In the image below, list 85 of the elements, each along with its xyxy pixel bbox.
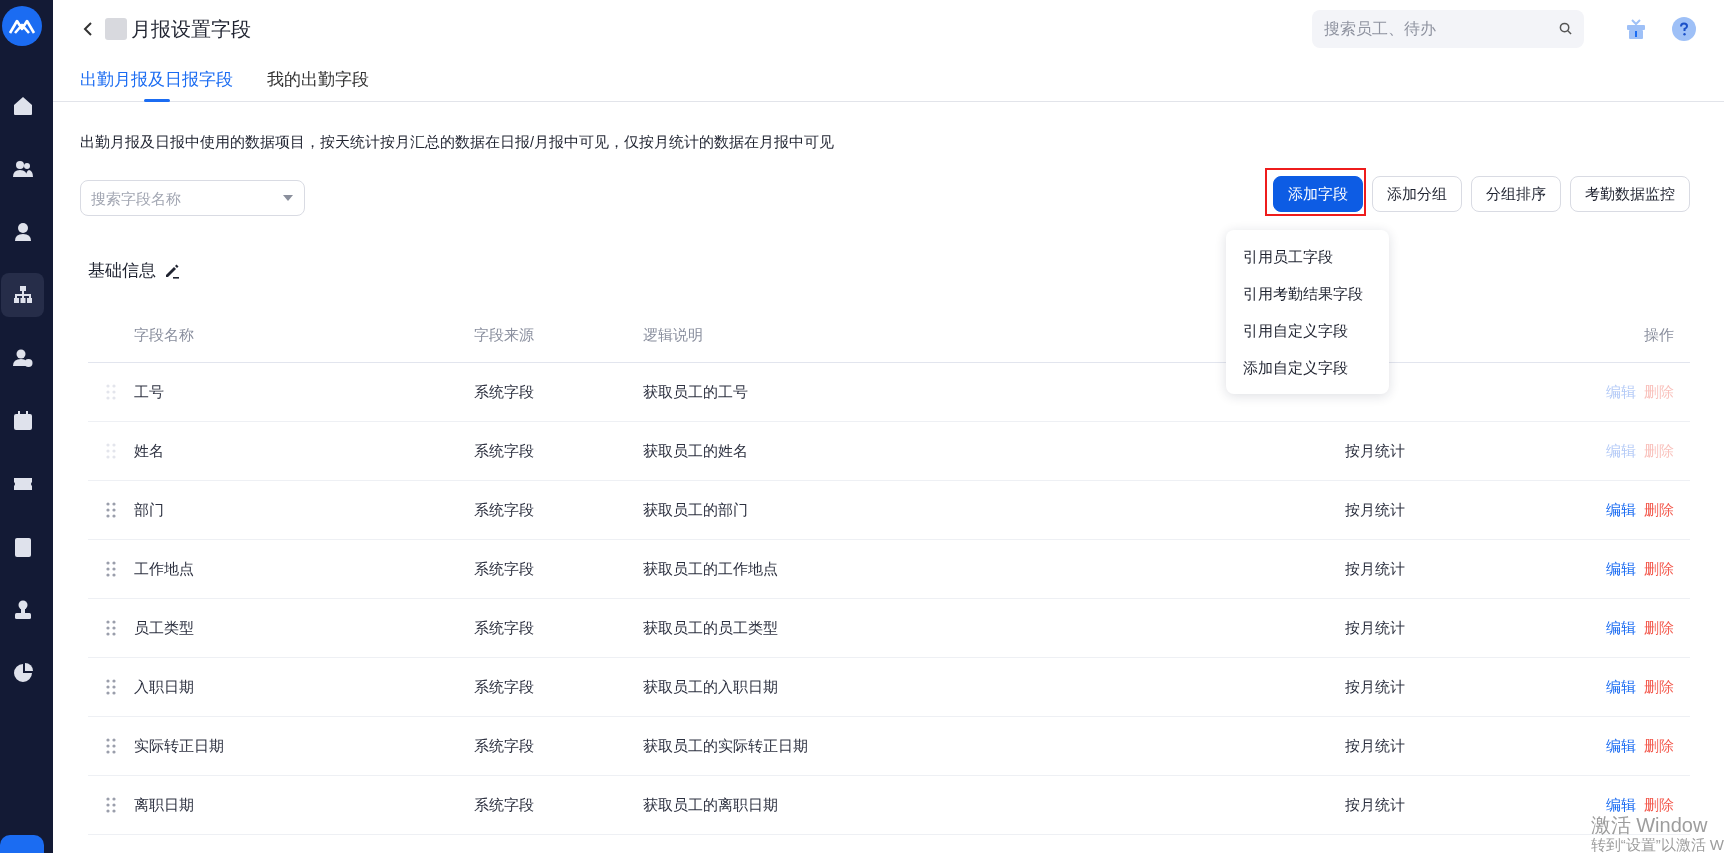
toolbar-button[interactable]: 分组排序 — [1471, 176, 1561, 212]
field-search-dropdown[interactable]: 搜索字段名称 — [80, 180, 305, 216]
table-cell: 入职日期 — [134, 677, 194, 695]
edit-link[interactable]: 编辑 — [1606, 618, 1636, 638]
help-icon[interactable] — [1672, 17, 1696, 41]
tab[interactable]: 我的出勤字段 — [267, 62, 369, 101]
delete-link[interactable]: 删除 — [1644, 559, 1674, 579]
table-cell: 系统字段 — [474, 382, 534, 400]
table-cell: 获取员工的离职日期 — [643, 795, 778, 813]
table-cell: 系统字段 — [474, 795, 534, 813]
menu-item[interactable]: 引用自定义字段 — [1226, 312, 1389, 349]
table-cell: 获取员工的入职日期 — [643, 677, 778, 695]
back-icon[interactable] — [83, 21, 93, 37]
table-cell: 员工类型 — [134, 618, 194, 636]
gift-icon[interactable] — [1624, 17, 1648, 41]
table-cell: 获取员工的部门 — [643, 500, 748, 518]
table-cell: 系统字段 — [474, 441, 534, 459]
drag-handle-icon[interactable] — [106, 502, 116, 518]
delete-link[interactable]: 删除 — [1644, 500, 1674, 520]
table-cell: 系统字段 — [474, 500, 534, 518]
table-cell: 获取员工的实际转正日期 — [643, 736, 808, 754]
calendar-icon — [11, 410, 34, 432]
caret-icon — [283, 195, 293, 201]
description-text: 出勤月报及日报中使用的数据项目，按天统计按月汇总的数据在日报/月报中可见，仅按月统计的数据在月报中可见 — [80, 133, 836, 152]
table-cell: 按月统计 — [1345, 500, 1405, 518]
edit-link[interactable]: 编辑 — [1606, 559, 1636, 579]
table-cell: 离职日期 — [134, 795, 194, 813]
table-cell: 实际转正日期 — [134, 736, 224, 754]
pencil-icon[interactable] — [164, 263, 180, 279]
tab[interactable]: 出勤月报及日报字段 — [80, 62, 233, 101]
menu-item[interactable]: 引用考勤结果字段 — [1226, 275, 1389, 312]
activation-hint: 转到“设置”以激活 W — [1590, 836, 1724, 853]
table-cell: 获取员工的姓名 — [643, 441, 748, 459]
table-cell: 按月统计 — [1345, 677, 1405, 695]
table-cell: 按月统计 — [1345, 618, 1405, 636]
column-header: 操作 — [1644, 325, 1674, 343]
activation-title: 激活 Window — [1590, 814, 1709, 836]
logo-icon — [1, 6, 42, 46]
toolbar-button[interactable]: 考勤数据监控 — [1570, 176, 1690, 212]
person-add-icon — [11, 347, 34, 369]
toolbar-button[interactable]: 添加分组 — [1372, 176, 1462, 212]
drag-handle-icon[interactable] — [106, 561, 116, 577]
edit-link[interactable]: 编辑 — [1606, 677, 1636, 697]
table-cell: 按月统计 — [1345, 736, 1405, 754]
people-icon — [11, 158, 34, 180]
blurred-image — [105, 18, 127, 40]
drag-handle-icon[interactable] — [106, 738, 116, 754]
toolbar-button[interactable]: 添加字段 — [1273, 176, 1363, 212]
edit-link[interactable]: 编辑 — [1606, 736, 1636, 756]
delete-link[interactable]: 删除 — [1644, 736, 1674, 756]
table-cell: 按月统计 — [1345, 795, 1405, 813]
menu-item[interactable]: 引用员工字段 — [1226, 238, 1389, 275]
sidebar-item[interactable] — [1, 273, 44, 317]
drag-handle-icon[interactable] — [106, 620, 116, 636]
column-header: 字段名称 — [134, 325, 194, 343]
edit-link[interactable]: 编辑 — [1606, 795, 1636, 815]
table-cell: 姓名 — [134, 441, 164, 459]
table-cell: 部门 — [134, 500, 164, 518]
delete-link[interactable]: 删除 — [1644, 795, 1674, 815]
table-cell: 工作地点 — [134, 559, 194, 577]
delete-link[interactable]: 删除 — [1644, 677, 1674, 697]
page-title: 月报设置字段 — [131, 16, 251, 42]
search-icon — [1559, 22, 1572, 35]
table-cell: 系统字段 — [474, 559, 534, 577]
search-field[interactable]: 搜索员工、待办 — [1312, 10, 1584, 48]
column-header: 逻辑说明 — [643, 325, 703, 343]
table-cell: 获取员工的工号 — [643, 382, 748, 400]
table-cell: 按月统计 — [1345, 441, 1405, 459]
table-cell: 系统字段 — [474, 736, 534, 754]
table-cell: 按月统计 — [1345, 559, 1405, 577]
drag-handle-icon[interactable] — [106, 679, 116, 695]
drag-handle-icon[interactable] — [106, 797, 116, 813]
table-cell: 系统字段 — [474, 618, 534, 636]
table-cell: 获取员工的工作地点 — [643, 559, 778, 577]
pie-chart-icon — [11, 662, 34, 684]
section-title: 基础信息 — [88, 260, 156, 281]
table-cell: 系统字段 — [474, 677, 534, 695]
edit-link[interactable]: 编辑 — [1606, 500, 1636, 520]
table-cell: 工号 — [134, 382, 164, 400]
home-icon — [11, 95, 34, 117]
table-cell: 获取员工的员工类型 — [643, 618, 778, 636]
delete-link[interactable]: 删除 — [1644, 618, 1674, 638]
column-header: 字段来源 — [474, 325, 534, 343]
org-chart-icon — [11, 284, 34, 306]
menu-item[interactable]: 添加自定义字段 — [1226, 349, 1389, 386]
